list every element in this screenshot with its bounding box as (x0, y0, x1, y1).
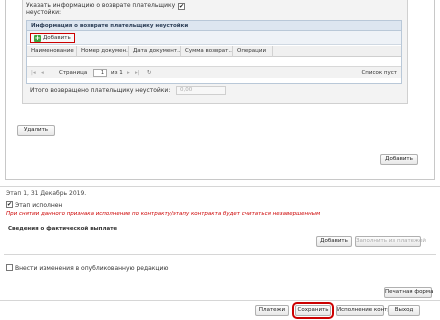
panel-title: Информация о возврате плательщику неусто… (27, 21, 401, 31)
payment-info-title: Сведения о фактической выплате (8, 226, 118, 232)
add-refund-label: Добавить (43, 35, 71, 41)
payments-button[interactable]: Платежи (255, 305, 289, 316)
first-page-icon[interactable]: |◂ (31, 67, 36, 79)
page-label: Страница (59, 70, 88, 76)
column-header[interactable]: Сумма возврат... (181, 46, 233, 57)
refund-info-panel: Информация о возврате плательщику неусто… (26, 20, 402, 84)
stage-title: Этап 1, 31 Декабрь 2019. (6, 190, 87, 197)
indicate-refund-label: Указать информацию о возврате плательщик… (26, 2, 176, 16)
publish-changes-label: Внести изменения в опубликованную редакц… (15, 265, 169, 272)
indicate-refund-checkbox[interactable]: ✔ (178, 3, 185, 10)
divider (0, 186, 440, 187)
contract-execution-button[interactable]: Исполнение контракта (336, 305, 404, 316)
divider (4, 254, 436, 255)
column-header[interactable]: Дата документ... (129, 46, 181, 57)
grid-header: Наименование ... Номер докумен... Дата д… (27, 46, 401, 57)
total-refunded-label: Итого возвращено плательщику неустойки: (30, 87, 171, 94)
delete-button[interactable]: Удалить (17, 125, 55, 136)
fill-from-payments-button[interactable]: Заполнить из платежей (355, 236, 426, 247)
total-refunded-field[interactable]: 0,00 (176, 86, 226, 95)
exit-button[interactable]: Выход (388, 305, 420, 316)
column-header[interactable]: Операции (233, 46, 273, 57)
add-stage-button[interactable]: Добавить (380, 154, 418, 165)
add-refund-button[interactable]: + Добавить (30, 33, 75, 43)
save-button[interactable]: Сохранить (292, 302, 334, 319)
pager: |◂ ◂ Страница 1 из 1 ▸ ▸| ↻ Список пуст (27, 66, 401, 78)
page-input[interactable]: 1 (93, 69, 107, 77)
empty-list-label: Список пуст (361, 70, 397, 76)
print-form-button[interactable]: Печатная форма (384, 287, 433, 298)
check-icon: ✔ (178, 2, 185, 10)
panel-toolbar: + Добавить (27, 31, 401, 45)
add-payment-button[interactable]: Добавить (316, 236, 352, 247)
next-page-icon[interactable]: ▸ (127, 67, 130, 79)
check-icon: ✔ (6, 200, 13, 208)
divider (0, 300, 440, 301)
page-of-label: из 1 (111, 70, 123, 76)
column-header[interactable]: Номер докумен... (77, 46, 129, 57)
last-page-icon[interactable]: ▸| (135, 67, 140, 79)
stage-warning: При снятии данного признака исполнение п… (6, 211, 321, 217)
stage-done-label: Этап исполнен (15, 202, 63, 209)
plus-icon: + (34, 33, 41, 42)
stage-done-checkbox[interactable]: ✔ (6, 201, 13, 208)
column-header[interactable]: Наименование ... (27, 46, 77, 57)
refresh-icon[interactable]: ↻ (147, 67, 152, 79)
prev-page-icon[interactable]: ◂ (41, 67, 44, 79)
publish-changes-checkbox[interactable] (6, 264, 13, 271)
